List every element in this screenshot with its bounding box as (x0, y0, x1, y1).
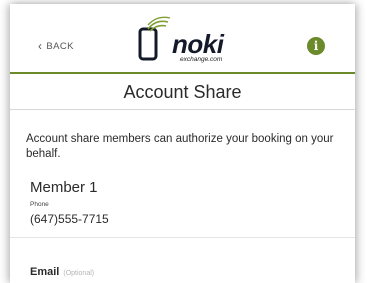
header: ‹ BACK noki exchange.com i (10, 4, 355, 72)
back-button[interactable]: ‹ BACK (38, 39, 74, 53)
phone-field[interactable]: (647)555-7715 (30, 212, 109, 226)
intro-text: Account share members can authorize your… (26, 133, 334, 160)
info-icon: i (313, 39, 319, 53)
section-divider (10, 237, 355, 238)
header-divider (10, 72, 355, 74)
email-label: Email (30, 266, 60, 278)
phone-outline-icon (138, 27, 158, 61)
info-button[interactable]: i (307, 37, 325, 55)
back-label: BACK (46, 40, 74, 52)
email-optional-hint: (Optional) (63, 270, 95, 277)
title-divider (10, 109, 355, 110)
chevron-left-icon: ‹ (38, 39, 43, 53)
phone-label: Phone (30, 201, 49, 208)
email-field[interactable]: Email (Optional) (30, 266, 94, 278)
page-title: Account Share (123, 82, 242, 102)
logo-domain: exchange.com (180, 56, 223, 63)
app-screen: ‹ BACK noki exchange.com i Account Share… (10, 4, 355, 283)
member-title: Member 1 (30, 179, 98, 196)
